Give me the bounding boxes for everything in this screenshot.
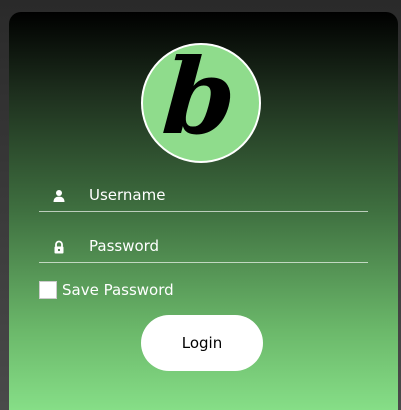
save-password-row: Save Password: [39, 280, 174, 300]
save-password-checkbox[interactable]: [39, 281, 57, 299]
lock-icon: [52, 239, 66, 254]
brand-logo-letter: b: [158, 35, 240, 158]
password-field: [39, 232, 368, 263]
user-icon: [52, 188, 66, 202]
username-field: [39, 181, 368, 212]
save-password-label[interactable]: Save Password: [62, 281, 174, 299]
login-card: b Save Password Login: [9, 12, 398, 410]
brand-logo: b: [141, 35, 261, 163]
login-button[interactable]: Login: [141, 315, 263, 371]
password-input[interactable]: [89, 233, 359, 259]
username-input[interactable]: [89, 182, 359, 208]
